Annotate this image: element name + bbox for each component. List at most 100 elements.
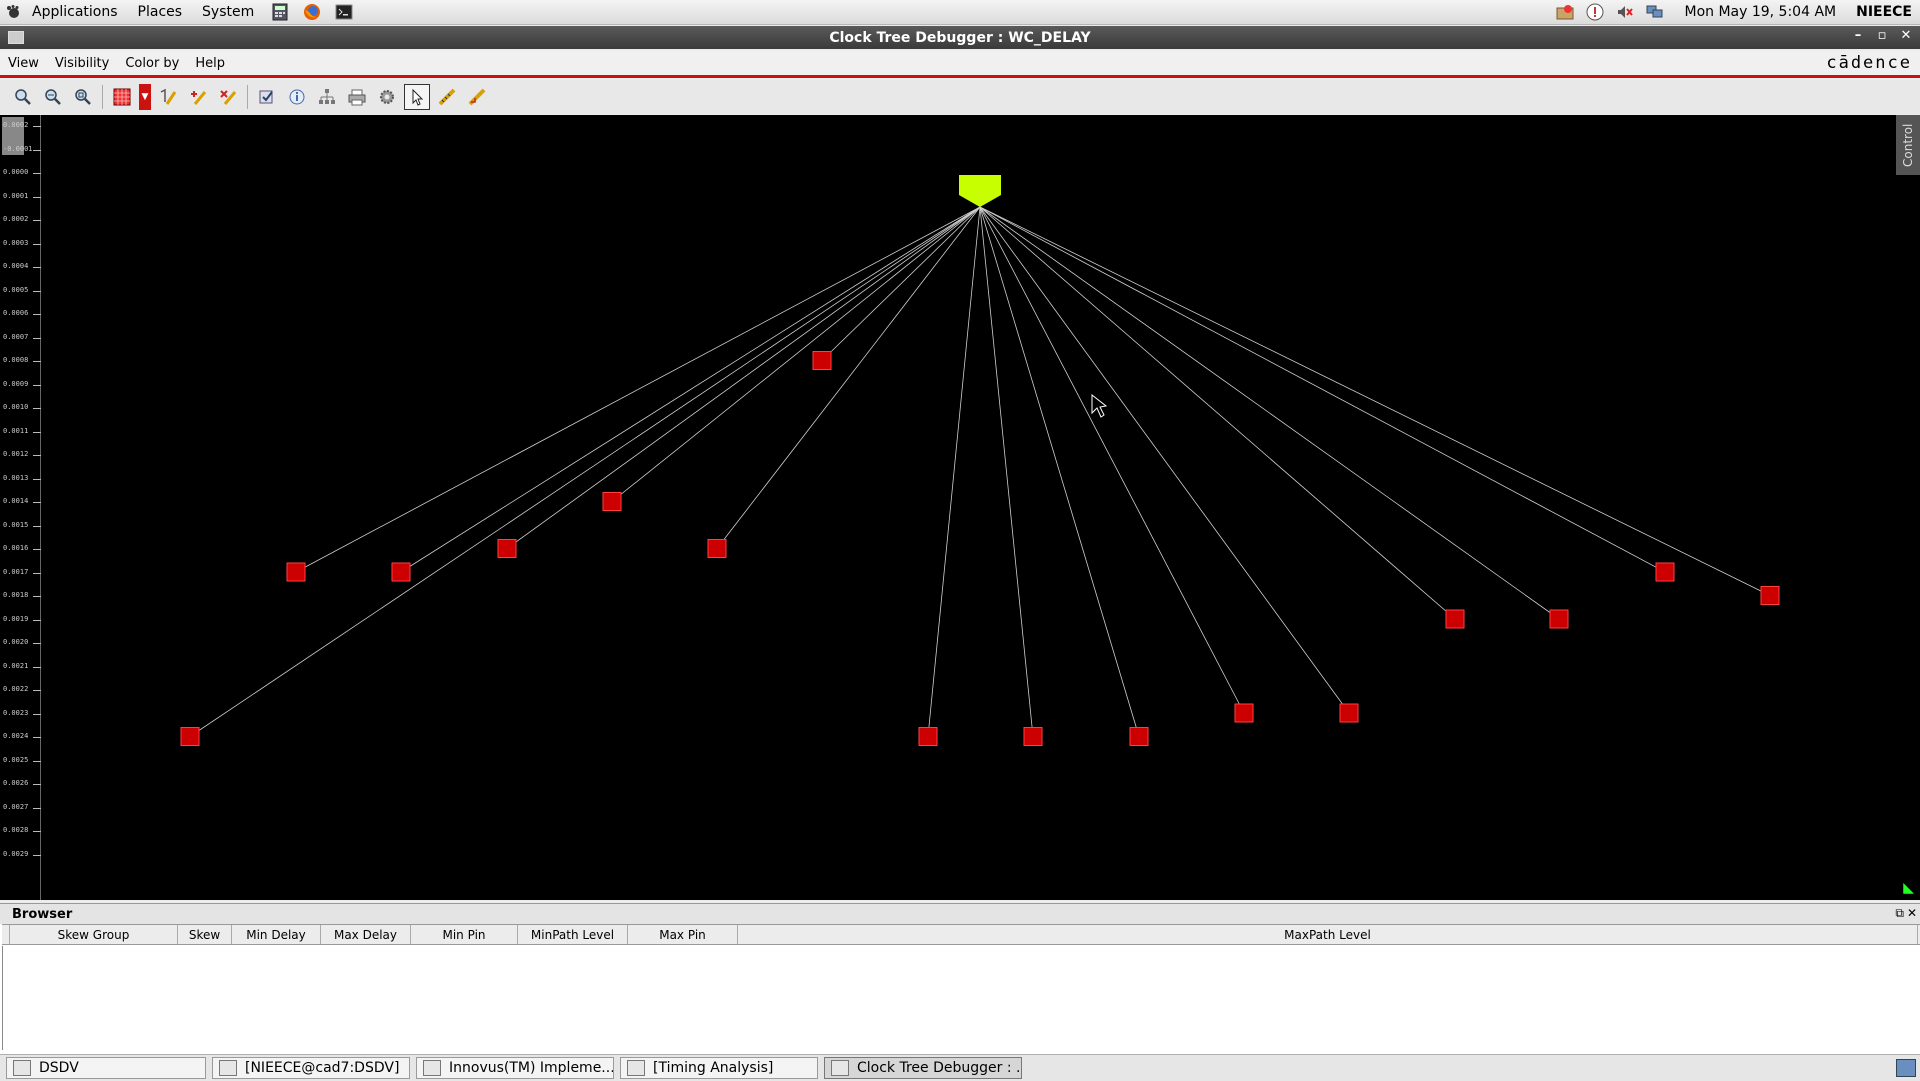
task-terminal[interactable]: [NIEECE@cad7:DSDV] xyxy=(212,1057,410,1079)
clock-tree-graph[interactable] xyxy=(0,115,1920,900)
col-skew-group[interactable]: Skew Group xyxy=(10,925,178,944)
sink-node[interactable] xyxy=(1549,609,1569,629)
pointer-icon[interactable] xyxy=(404,84,430,110)
zoom-fit-icon[interactable] xyxy=(70,84,96,110)
col-maxpath-level[interactable]: MaxPath Level xyxy=(738,925,1918,944)
info-icon[interactable] xyxy=(1585,2,1605,22)
clock-wire[interactable] xyxy=(927,206,981,737)
clock-wire[interactable] xyxy=(979,206,1666,573)
close-panel-icon[interactable]: ✕ xyxy=(1907,906,1917,920)
float-panel-icon[interactable]: ⧉ xyxy=(1895,906,1904,921)
clock-wire[interactable] xyxy=(189,206,981,737)
sink-node[interactable] xyxy=(1339,703,1359,723)
user-name[interactable]: NIEECE xyxy=(1850,4,1920,20)
clock-wire[interactable] xyxy=(979,206,1456,620)
sink-node[interactable] xyxy=(497,539,517,558)
show-desktop-icon[interactable] xyxy=(1896,1059,1916,1077)
select-mode-icon[interactable] xyxy=(254,84,280,110)
sink-node[interactable] xyxy=(602,492,622,511)
close-icon[interactable]: ✕ xyxy=(1896,28,1916,43)
menu-visibility[interactable]: Visibility xyxy=(47,56,117,71)
measure-icon[interactable] xyxy=(464,84,490,110)
gnome-foot-icon[interactable] xyxy=(4,3,22,21)
maximize-icon[interactable]: ▫ xyxy=(1872,28,1892,43)
browser-table-body[interactable] xyxy=(2,946,1919,1050)
color-pattern-icon[interactable] xyxy=(109,84,135,110)
clock-wire[interactable] xyxy=(611,206,981,502)
sink-node[interactable] xyxy=(812,351,832,370)
panel-menus: Applications Places System xyxy=(22,0,264,24)
clock-wire[interactable] xyxy=(979,206,1140,737)
settings-icon[interactable] xyxy=(374,84,400,110)
clock-wire[interactable] xyxy=(821,206,981,361)
print-icon[interactable] xyxy=(344,84,370,110)
clock-wire[interactable] xyxy=(716,206,981,549)
clock-wire[interactable] xyxy=(295,206,981,573)
system-menu[interactable]: System xyxy=(192,4,264,20)
col-minpath-level[interactable]: MinPath Level xyxy=(518,925,628,944)
calculator-icon[interactable] xyxy=(269,2,291,22)
clock-wire[interactable] xyxy=(979,206,1560,620)
sink-node[interactable] xyxy=(1129,727,1149,746)
folder-icon xyxy=(13,1060,31,1076)
menu-color-by[interactable]: Color by xyxy=(117,56,187,71)
col-max-delay[interactable]: Max Delay xyxy=(321,925,411,944)
sink-node[interactable] xyxy=(918,727,938,746)
sink-node[interactable] xyxy=(1760,586,1780,605)
col-skew[interactable]: Skew xyxy=(178,925,232,944)
zoom-in-icon[interactable] xyxy=(10,84,36,110)
terminal-icon[interactable] xyxy=(333,2,355,22)
top-panel: Applications Places System Mon May 19, 5… xyxy=(0,0,1920,25)
clock-wire[interactable] xyxy=(979,206,1350,714)
sink-node[interactable] xyxy=(1445,609,1465,629)
network-icon[interactable] xyxy=(1645,2,1665,22)
dropdown-icon[interactable]: ▼ xyxy=(139,84,151,110)
minimize-icon[interactable]: – xyxy=(1848,28,1868,43)
sink-node[interactable] xyxy=(1023,727,1043,746)
volume-icon[interactable] xyxy=(1615,2,1635,22)
sink-node[interactable] xyxy=(1234,703,1254,723)
info-icon[interactable] xyxy=(284,84,310,110)
col-min-delay[interactable]: Min Delay xyxy=(232,925,321,944)
zoom-out-icon[interactable] xyxy=(40,84,66,110)
updates-icon[interactable] xyxy=(1555,2,1575,22)
col-min-pin[interactable]: Min Pin xyxy=(411,925,518,944)
task-timing-analysis[interactable]: [Timing Analysis] xyxy=(620,1057,818,1079)
clear-highlight-icon[interactable] xyxy=(215,84,241,110)
control-panel-tab[interactable]: Control xyxy=(1896,115,1920,175)
window-titlebar[interactable]: Clock Tree Debugger : WC_DELAY – ▫ ✕ xyxy=(0,26,1920,49)
firefox-icon[interactable] xyxy=(301,2,323,22)
clock[interactable]: Mon May 19, 5:04 AM xyxy=(1670,4,1850,20)
task-clock-tree-debugger[interactable]: Clock Tree Debugger : ... xyxy=(824,1057,1022,1079)
menu-view[interactable]: View xyxy=(0,56,47,71)
window-title: Clock Tree Debugger : WC_DELAY xyxy=(829,29,1091,46)
sink-node[interactable] xyxy=(391,562,411,582)
sink-node[interactable] xyxy=(707,539,727,558)
menu-help[interactable]: Help xyxy=(187,56,233,71)
ruler-icon[interactable] xyxy=(434,84,460,110)
applications-menu[interactable]: Applications xyxy=(22,4,128,20)
sink-node[interactable] xyxy=(180,727,200,746)
window-icon xyxy=(831,1060,849,1076)
wire-tool-icon[interactable] xyxy=(155,84,181,110)
col-max-pin[interactable]: Max Pin xyxy=(628,925,738,944)
clock-wire[interactable] xyxy=(979,206,1034,737)
task-dsdv[interactable]: DSDV xyxy=(6,1057,206,1079)
system-tray: Mon May 19, 5:04 AM NIEECE xyxy=(1550,0,1920,24)
menubar: View Visibility Color by Help cādence xyxy=(0,51,1920,78)
window-menu-icon[interactable] xyxy=(8,31,24,44)
task-innovus[interactable]: Innovus(TM) Impleme... xyxy=(416,1057,614,1079)
clock-wire[interactable] xyxy=(979,206,1245,714)
places-menu[interactable]: Places xyxy=(128,4,193,20)
sink-node[interactable] xyxy=(1655,562,1675,582)
resize-corner-icon[interactable]: ◣ xyxy=(1903,880,1914,896)
tree-icon[interactable] xyxy=(314,84,340,110)
cadence-logo: cādence xyxy=(1826,53,1912,73)
highlight-icon[interactable] xyxy=(185,84,211,110)
clock-wire[interactable] xyxy=(506,206,981,549)
sink-node[interactable] xyxy=(286,562,306,582)
browser-header: Browser ⧉ ✕ xyxy=(0,904,1920,924)
clock-tree-canvas[interactable]: 0.0002 -0.0001 0.0000 0.0001 0.0002 0.0003 0.0… xyxy=(0,115,1920,900)
clock-source-node[interactable] xyxy=(959,175,1001,207)
clock-wire[interactable] xyxy=(400,206,981,573)
